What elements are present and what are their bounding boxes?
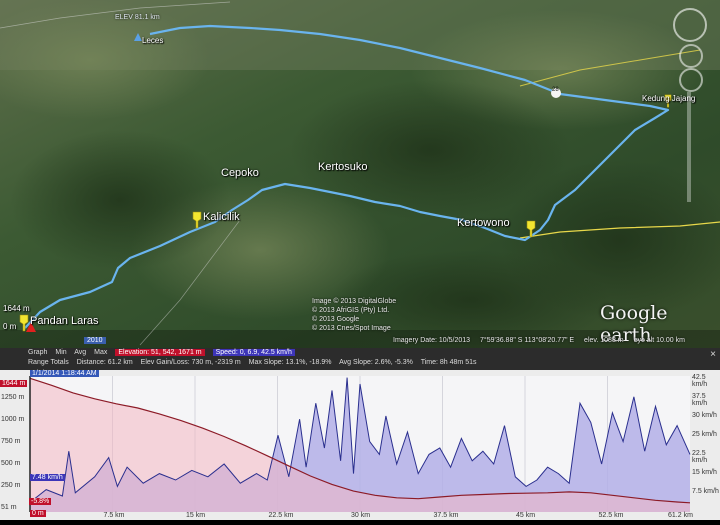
elevation-gain-loss: Elev Gain/Loss: 730 m, -2319 m: [140, 359, 241, 366]
place-label-kertosuko: Kertosuko: [318, 161, 368, 173]
profile-chart-svg[interactable]: [0, 370, 720, 520]
x-tick-label: 7.5 km: [103, 512, 125, 519]
y-right-tick-label: 37.5 km/h: [692, 393, 708, 407]
placemark-pin-icon[interactable]: [524, 220, 538, 238]
cursor-elevation-badge: 1644 m: [0, 380, 28, 387]
pin-elevation-label: 1644 m: [3, 304, 30, 313]
y-right-tick-label: 30 km/h: [692, 412, 717, 419]
cursor-distance-badge: 0 m: [30, 510, 46, 517]
total-distance: Distance: 61.2 km: [76, 359, 133, 366]
imagery-attribution: Image © 2013 DigitalGlobe © 2013 AfriGIS…: [312, 298, 397, 332]
y-right-tick-label: 22.5 km/h: [692, 450, 708, 464]
x-tick-label: 37.5 km: [433, 512, 459, 519]
profile-header: Graph Min Avg Max Elevation: 51, 542, 16…: [0, 348, 720, 370]
imagery-date: Imagery Date: 10/5/2013: [393, 337, 471, 344]
zoom-slider[interactable]: [687, 92, 691, 202]
y-left-tick-label: 51 m: [1, 504, 17, 511]
graph-label: Graph: [28, 349, 48, 356]
y-right-tick-label: 42.5 km/h: [692, 374, 708, 388]
place-label-leces: Leces: [142, 36, 164, 45]
stat-avg-label: Avg: [74, 349, 87, 356]
place-label-pandan-laras: Pandan Laras: [30, 315, 99, 327]
y-left-tick-label: 1250 m: [1, 394, 25, 401]
speed-series-toggle[interactable]: Speed: 0, 6.9, 42.5 km/h: [212, 349, 295, 356]
compass-control-icon[interactable]: [673, 8, 707, 42]
range-totals-label: Range Totals: [28, 359, 69, 366]
cursor-slope-badge: -5.8%: [29, 498, 52, 505]
cursor-elevation: elev. 1088 m: [584, 337, 624, 344]
y-left-tick-label: 1000 m: [1, 416, 25, 423]
y-right-tick-label: 25 km/h: [692, 431, 717, 438]
top-readout: ELEV 81.1 km: [115, 14, 160, 21]
move-control-icon[interactable]: [679, 68, 703, 92]
x-tick-label: 15 km: [186, 512, 206, 519]
satellite-imagery[interactable]: [0, 0, 720, 348]
total-time: Time: 8h 48m 51s: [420, 359, 477, 366]
place-label-cepoko: Cepoko: [221, 167, 259, 179]
y-right-tick-label: 15 km/h: [692, 469, 717, 476]
y-left-tick-label: 250 m: [1, 482, 21, 489]
x-tick-label: 61.2 km: [668, 512, 693, 519]
x-tick-label: 52.5 km: [598, 512, 624, 519]
pin-distance-label: 0 m: [3, 322, 17, 331]
place-label-kalicilik: Kalicilik: [203, 211, 240, 223]
elevation-profile-panel[interactable]: Graph Min Avg Max Elevation: 51, 542, 16…: [0, 348, 720, 520]
cursor-coordinates: 7°59'36.88" S 113°08'20.77" E: [480, 337, 575, 344]
road-number: 28: [552, 87, 559, 93]
elevation-series-toggle[interactable]: Elevation: 51, 542, 1671 m: [115, 349, 205, 356]
eye-altitude: eye alt 10.00 km: [633, 337, 685, 344]
stat-max-label: Max: [94, 349, 108, 356]
y-right-tick-label: 7.5 km/h: [692, 488, 719, 495]
close-profile-button[interactable]: ×: [710, 349, 716, 360]
cursor-speed-badge: 7.48 km/h: [30, 474, 65, 481]
y-left-tick-label: 750 m: [1, 438, 21, 445]
historical-imagery-year[interactable]: 2010: [84, 337, 106, 344]
x-tick-label: 45 km: [516, 512, 536, 519]
map-view[interactable]: Leces Kedung Jajang Cepoko Kertosuko Kal…: [0, 0, 720, 348]
status-bar: Imagery Date: 10/5/2013 7°59'36.88" S 11…: [393, 337, 693, 344]
profile-chart[interactable]: 1250 m 1000 m 750 m 500 m 250 m 51 m 42.5 km/…: [0, 370, 720, 520]
max-slope: Max Slope: 13.1%, -18.9%: [248, 359, 332, 366]
x-tick-label: 22.5 km: [268, 512, 294, 519]
stat-min-label: Min: [55, 349, 67, 356]
avg-slope: Avg Slope: 2.6%, -5.3%: [339, 359, 413, 366]
cursor-date-badge: 1/1/2014 1:18:44 AM: [30, 370, 99, 377]
look-control-icon[interactable]: [679, 44, 703, 68]
placemark-pin-icon[interactable]: [190, 211, 204, 229]
place-label-kertowono: Kertowono: [457, 217, 510, 229]
y-left-tick-label: 500 m: [1, 460, 21, 467]
x-tick-label: 30 km: [351, 512, 371, 519]
